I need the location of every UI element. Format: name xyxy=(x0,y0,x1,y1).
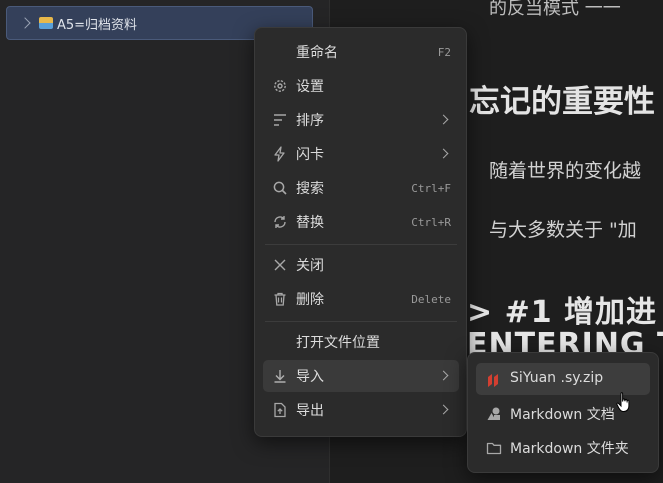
menu-item-shortcut: F2 xyxy=(437,45,451,59)
menu-item-delete[interactable]: 删除 Delete xyxy=(263,283,459,315)
menu-item-rename[interactable]: 重命名 F2 xyxy=(263,36,459,68)
menu-item-shortcut: Ctrl+F xyxy=(411,181,451,195)
submenu-item-label: Markdown 文件夹 xyxy=(510,441,629,457)
menu-item-sort[interactable]: 排序 xyxy=(263,104,459,136)
submenu-item-label: Markdown 文档 xyxy=(510,407,615,423)
replace-icon xyxy=(274,216,286,228)
menu-item-settings[interactable]: 设置 xyxy=(263,70,459,102)
download-icon xyxy=(274,370,286,383)
chevron-right-icon xyxy=(438,114,449,125)
editor-text-line: 的反当模式 一一 xyxy=(489,0,621,19)
close-icon xyxy=(274,259,286,271)
menu-item-label: 替换 xyxy=(296,215,324,231)
hand-pointer-cursor-icon xyxy=(616,392,630,412)
card-file-box-emoji-icon xyxy=(39,17,53,29)
chevron-right-icon xyxy=(438,148,449,159)
flash-icon xyxy=(274,146,285,162)
editor-heading: 忘记的重要性 xyxy=(469,84,655,120)
menu-item-label: 重命名 xyxy=(296,45,338,61)
menu-item-label: 导入 xyxy=(296,369,324,385)
context-menu: 重命名 F2 设置 排序 闪卡 搜索 Ctrl+F 替换 Ctrl+R 关闭 删… xyxy=(254,27,467,437)
chevron-right-icon xyxy=(438,404,449,415)
editor-paragraph: 随着世界的变化越 xyxy=(489,160,642,182)
markdown-file-icon xyxy=(487,407,500,420)
menu-item-search[interactable]: 搜索 Ctrl+F xyxy=(263,172,459,204)
chevron-right-icon xyxy=(438,370,449,381)
search-icon xyxy=(273,181,287,195)
submenu-item-label: SiYuan .sy.zip xyxy=(510,370,604,386)
chevron-right-icon[interactable] xyxy=(19,17,31,29)
menu-item-close[interactable]: 关闭 xyxy=(263,249,459,281)
gear-icon xyxy=(274,80,286,92)
menu-item-label: 导出 xyxy=(296,403,324,419)
editor-paragraph: 与大多数关于 "加 xyxy=(489,219,637,241)
menu-item-open-file-location[interactable]: 打开文件位置 xyxy=(263,326,459,358)
submenu-item-markdown-folder[interactable]: Markdown 文件夹 xyxy=(476,431,650,463)
menu-item-replace[interactable]: 替换 Ctrl+R xyxy=(263,206,459,238)
sort-icon xyxy=(274,114,286,126)
menu-item-label: 排序 xyxy=(296,113,324,129)
menu-item-label: 闪卡 xyxy=(296,147,324,163)
export-icon xyxy=(274,402,286,418)
trash-icon xyxy=(274,292,286,306)
menu-item-flashcard[interactable]: 闪卡 xyxy=(263,138,459,170)
siyuan-logo-icon xyxy=(488,374,498,387)
menu-item-import[interactable]: 导入 xyxy=(263,360,459,392)
editor-heading: > #1 增加进 xyxy=(467,295,658,330)
menu-item-label: 关闭 xyxy=(296,258,324,274)
menu-item-shortcut: Delete xyxy=(411,292,451,306)
menu-item-label: 删除 xyxy=(296,292,324,308)
folder-icon xyxy=(486,442,502,455)
tree-item-label: A5=归档资料 xyxy=(57,17,138,33)
menu-item-shortcut: Ctrl+R xyxy=(411,215,451,229)
menu-separator xyxy=(265,321,457,322)
menu-item-label: 搜索 xyxy=(296,181,324,197)
menu-separator xyxy=(265,244,457,245)
menu-item-label: 设置 xyxy=(296,79,324,95)
menu-item-export[interactable]: 导出 xyxy=(263,394,459,426)
menu-item-label: 打开文件位置 xyxy=(296,335,380,351)
